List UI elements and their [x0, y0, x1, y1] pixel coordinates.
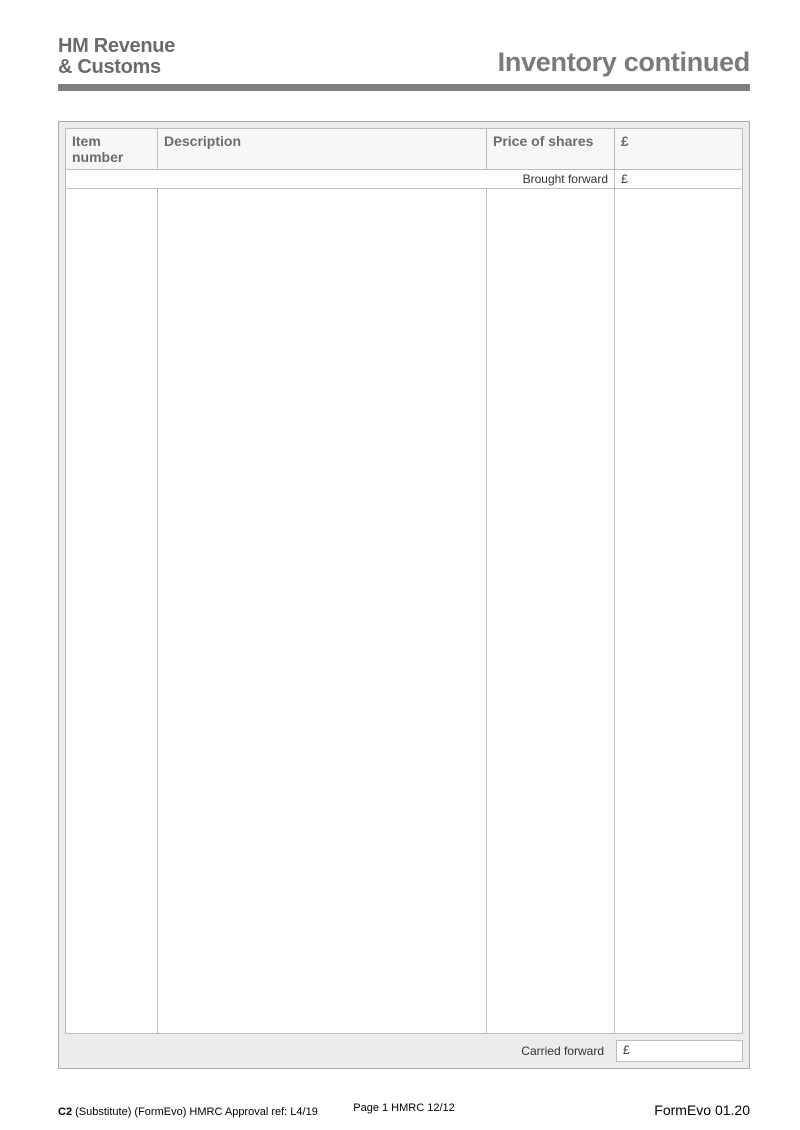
cell-amount[interactable] [615, 189, 743, 1034]
footer-center: Page 1 HMRC 12/12 [353, 1102, 455, 1114]
footer-left-rest: (Substitute) (FormEvo) HMRC Approval ref… [72, 1106, 318, 1118]
carried-forward-box[interactable]: £ [616, 1040, 743, 1062]
hmrc-logo: HM Revenue & Customs [58, 36, 175, 78]
logo-line2: & Customs [58, 57, 175, 78]
table-body-row [66, 189, 743, 1034]
brought-forward-currency: £ [615, 170, 743, 189]
logo-line1: HM Revenue [58, 36, 175, 57]
header-rule [58, 84, 750, 91]
inventory-table: Item number Description Price of shares … [65, 128, 743, 1034]
cell-description[interactable] [158, 189, 487, 1034]
col-item-number: Item number [66, 129, 158, 170]
col-price-of-shares: Price of shares [487, 129, 615, 170]
footer-left: C2 (Substitute) (FormEvo) HMRC Approval … [58, 1106, 318, 1118]
cell-price[interactable] [487, 189, 615, 1034]
carried-forward-label: Carried forward [521, 1044, 606, 1058]
carried-forward-row: Carried forward £ [65, 1040, 743, 1062]
footer-right: FormEvo 01.20 [654, 1102, 750, 1118]
page-footer: C2 (Substitute) (FormEvo) HMRC Approval … [58, 1102, 750, 1118]
page-header: HM Revenue & Customs Inventory continued [58, 36, 750, 78]
brought-forward-row: Brought forward £ [66, 170, 743, 189]
page-title: Inventory continued [498, 47, 750, 78]
inventory-panel: Item number Description Price of shares … [58, 121, 750, 1069]
brought-forward-label: Brought forward [66, 170, 615, 189]
col-currency: £ [615, 129, 743, 170]
footer-form-code: C2 [58, 1106, 72, 1118]
carried-forward-currency: £ [623, 1043, 630, 1057]
table-header-row: Item number Description Price of shares … [66, 129, 743, 170]
cell-item-number[interactable] [66, 189, 158, 1034]
col-description: Description [158, 129, 487, 170]
